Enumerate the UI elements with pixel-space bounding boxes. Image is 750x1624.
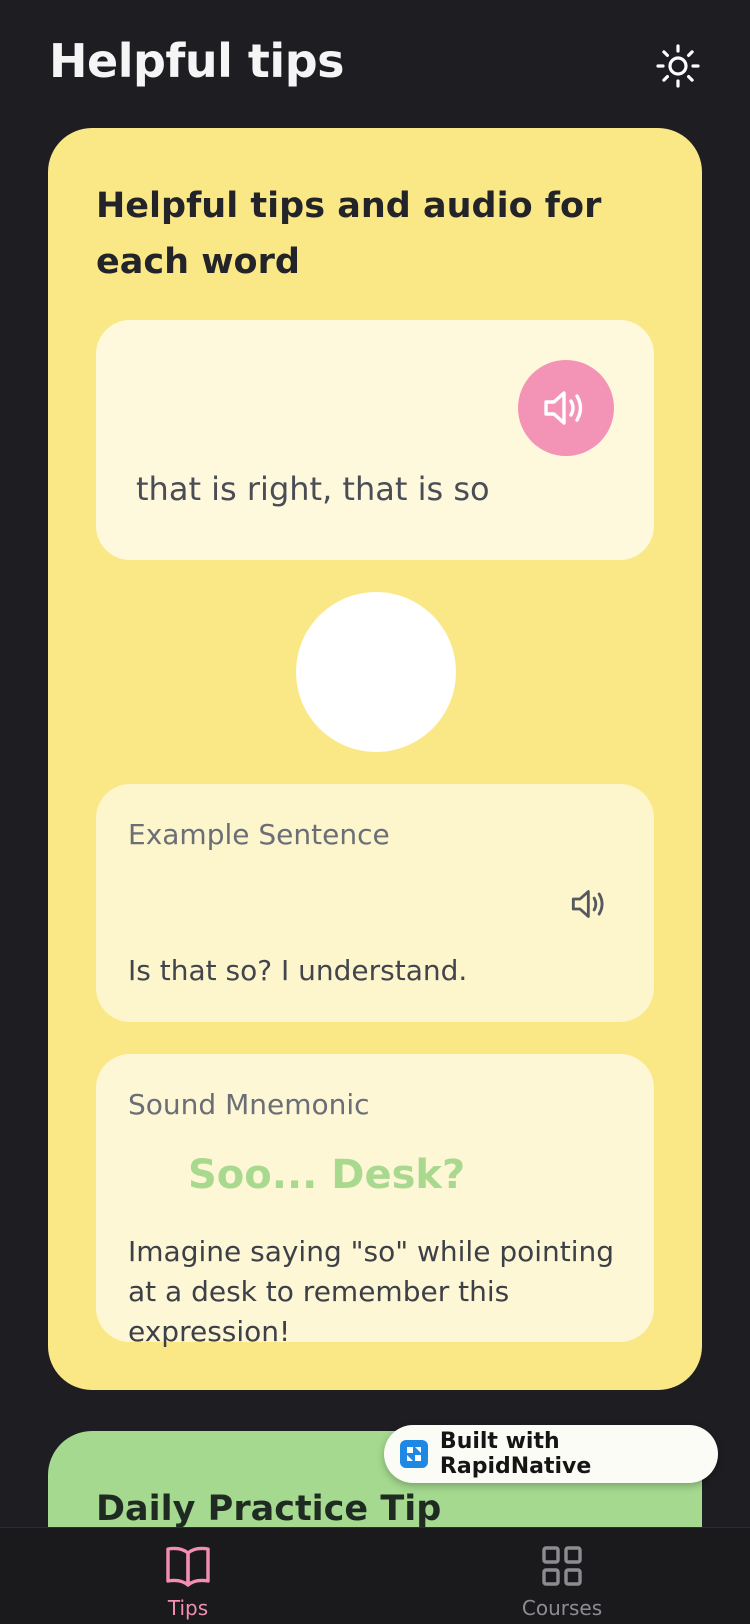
tip-heading: Daily Practice Tip — [96, 1489, 442, 1529]
page-title: Helpful tips — [49, 34, 345, 88]
book-icon — [166, 1546, 210, 1587]
play-example-audio-button[interactable] — [568, 882, 612, 926]
play-word-audio-button[interactable] — [518, 360, 614, 456]
sound-mnemonic-card: Sound Mnemonic Soo... Desk? Imagine sayi… — [96, 1054, 654, 1348]
word-card: that is right, that is so — [96, 320, 654, 560]
header: Helpful tips — [0, 0, 750, 128]
theme-toggle-button[interactable] — [652, 40, 704, 92]
nav-label-tips: Tips — [167, 1596, 209, 1620]
nav-label-courses: Courses — [521, 1596, 603, 1620]
nav-tab-tips[interactable]: Tips — [88, 1528, 288, 1624]
mnemonic-title: Soo... Desk? — [188, 1152, 466, 1198]
bottom-nav: Tips Courses — [0, 1527, 750, 1624]
mnemonic-description: Imagine saying "so" while pointing at a … — [128, 1235, 615, 1348]
speaker-icon — [544, 391, 583, 425]
record-button[interactable] — [296, 592, 456, 752]
sun-icon — [656, 44, 700, 88]
speaker-icon — [571, 890, 604, 918]
sound-mnemonic-label: Sound Mnemonic — [128, 1088, 370, 1121]
nav-tab-courses[interactable]: Courses — [462, 1528, 662, 1624]
card-heading: Helpful tips and audio for each word — [96, 186, 602, 282]
example-sentence-label: Example Sentence — [128, 818, 390, 851]
word-tips-card: Helpful tips and audio for each word tha… — [48, 128, 702, 1390]
example-sentence-card: Example Sentence Is that so? I understan… — [96, 784, 654, 1022]
grid-icon — [542, 1546, 582, 1586]
example-sentence-text: Is that so? I understand. — [128, 954, 468, 987]
badge-label: Built with RapidNative — [439, 1429, 592, 1479]
built-with-badge[interactable]: Built with RapidNative — [384, 1425, 718, 1483]
word-meaning: that is right, that is so — [136, 470, 490, 508]
rapidnative-logo-icon — [400, 1440, 428, 1468]
